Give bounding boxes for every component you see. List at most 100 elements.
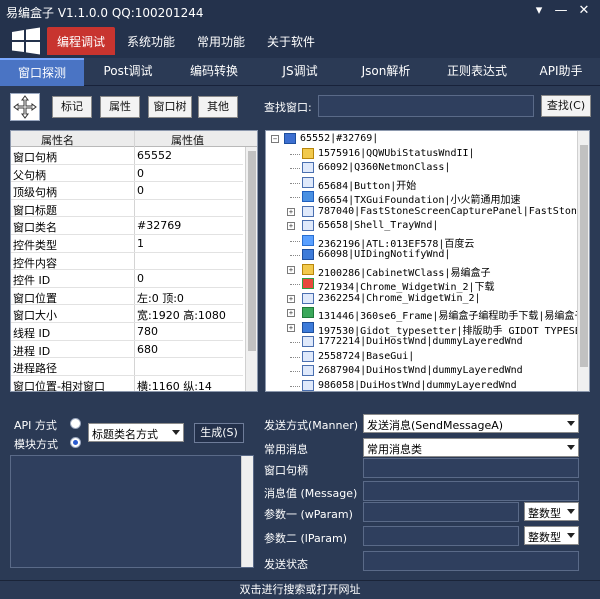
menu-system-functions[interactable]: 系统功能 (127, 33, 175, 50)
property-row[interactable]: 父句柄 0 (11, 165, 243, 183)
expand-icon[interactable]: + (287, 309, 295, 317)
message-value-input[interactable] (363, 481, 579, 501)
tab-regex[interactable]: 正则表达式 (434, 58, 520, 86)
window-tree-scrollbar[interactable] (577, 131, 589, 391)
property-button[interactable]: 属性 (100, 96, 140, 118)
minimize-icon[interactable]: — (551, 2, 571, 20)
api-mode-radio[interactable] (70, 418, 81, 429)
status-bar: 双击进行搜索或打开网址 (0, 580, 600, 599)
window-tree-button[interactable]: 窗口树 (148, 96, 192, 118)
property-key: 进程路径 (13, 362, 57, 376)
close-icon[interactable]: ✕ (574, 2, 594, 20)
chevron-down-icon[interactable]: ▾ (529, 2, 549, 20)
tree-connector (290, 284, 300, 285)
generated-code-textarea[interactable] (10, 455, 254, 568)
tab-js-debug[interactable]: JS调试 (262, 58, 338, 86)
property-row[interactable]: 窗口类名 #32769 (11, 217, 243, 235)
property-row[interactable]: 窗口位置-相对窗口 横:1160 纵:14 (11, 376, 243, 391)
tree-node[interactable]: +65658|Shell_TrayWnd| (266, 219, 576, 234)
lparam-input[interactable] (363, 526, 519, 546)
tree-node[interactable]: 2362196|ATL:013EF578|百度云 (266, 234, 576, 250)
property-grid-scrollbar[interactable] (245, 147, 257, 391)
cloud-icon (302, 234, 314, 246)
expand-icon[interactable]: + (287, 265, 295, 274)
property-value: 1 (137, 237, 144, 250)
send-status-output (363, 551, 579, 571)
property-key: 窗口标题 (13, 203, 57, 217)
tree-node[interactable]: 721934|Chrome_WidgetWin_2|下载 (266, 277, 576, 293)
tree-node[interactable]: 2558724|BaseGui| (266, 350, 576, 365)
property-key: 窗口位置 (13, 291, 57, 305)
property-row[interactable]: 线程 ID 780 (11, 323, 243, 341)
send-mode-value: 发送消息(SendMessageA) (367, 419, 504, 432)
drag-target-button[interactable] (10, 93, 40, 121)
tree-node[interactable]: 1575916|QQWUbiStatusWndII| (266, 147, 576, 162)
move-crosshair-icon (13, 95, 37, 119)
search-window-input[interactable] (318, 95, 534, 117)
tree-node[interactable]: +197530|Gidot_typesetter|排版助手 GIDOT TYPE… (266, 321, 589, 337)
collapse-icon[interactable]: − (271, 135, 279, 143)
module-mode-radio[interactable] (70, 437, 81, 448)
property-value: 680 (137, 342, 158, 356)
code-scrollbar[interactable] (241, 456, 253, 567)
expand-icon[interactable]: + (287, 207, 295, 216)
tree-connector (290, 168, 300, 169)
tree-node[interactable]: 66098|UIDingNotifyWnd| (266, 248, 576, 263)
property-row[interactable]: 顶级句柄 0 (11, 182, 243, 200)
wparam-type-select[interactable]: 整数型 (524, 502, 579, 521)
tree-node[interactable]: +787040|FastStoneScreenCapturePanel|Fast… (266, 205, 589, 220)
tab-encoding-convert[interactable]: 编码转换 (176, 58, 252, 86)
tree-node-label: 2362254|Chrome_WidgetWin_2| (318, 292, 481, 304)
folder-icon (302, 263, 314, 275)
tree-node[interactable]: 65684|Button|开始 (266, 176, 576, 192)
wparam-input[interactable] (363, 502, 519, 522)
tree-node[interactable]: +2100286|CabinetWClass|易编盒子 (266, 263, 576, 279)
tab-json-parse[interactable]: Json解析 (348, 58, 424, 86)
tree-node[interactable]: 986058|DuiHostWnd|dummyLayeredWnd (266, 379, 576, 392)
tree-node[interactable]: 66654|TXGuiFoundation|小火箭通用加速 (266, 190, 576, 206)
property-row[interactable]: 窗口标题 (11, 200, 243, 218)
tree-node[interactable]: +2362254|Chrome_WidgetWin_2| (266, 292, 576, 307)
chevron-down-icon (567, 533, 575, 538)
tree-node[interactable]: 2687904|DuiHostWnd|dummyLayeredWnd (266, 364, 576, 379)
common-message-select[interactable]: 常用消息类 (363, 438, 579, 457)
expand-icon[interactable]: + (287, 294, 295, 303)
wparam-label: 参数一 (wParam) (264, 508, 353, 521)
expand-icon[interactable]: + (287, 222, 295, 230)
menu-about[interactable]: 关于软件 (267, 33, 315, 50)
window-handle-input[interactable] (363, 458, 579, 478)
send-mode-label: 发送方式(Manner) (264, 419, 359, 432)
send-mode-select[interactable]: 发送消息(SendMessageA) (363, 414, 579, 433)
tree-node-label: 2687904|DuiHostWnd|dummyLayeredWnd (318, 365, 523, 376)
other-button[interactable]: 其他 (198, 96, 238, 118)
find-button[interactable]: 查找(C) (541, 95, 591, 117)
tree-node-label: 1772214|DuiHostWnd|dummyLayeredWnd (318, 336, 523, 347)
lparam-type-select[interactable]: 整数型 (524, 526, 579, 545)
tree-node[interactable]: 1772214|DuiHostWnd|dummyLayeredWnd (266, 335, 576, 350)
generate-button[interactable]: 生成(S) (194, 423, 244, 443)
tree-node[interactable]: 66092|Q360NetmonClass| (266, 161, 576, 176)
property-key: 窗口类名 (13, 221, 57, 235)
property-row[interactable]: 控件类型 1 (11, 235, 243, 253)
tab-api-helper[interactable]: API助手 (526, 58, 596, 86)
menu-common-functions[interactable]: 常用功能 (197, 33, 245, 50)
property-row[interactable]: 进程 ID 680 (11, 341, 243, 359)
tab-post-debug[interactable]: Post调试 (90, 58, 166, 86)
property-value: 780 (137, 325, 158, 338)
tree-node-label: 986058|DuiHostWnd|dummyLayeredWnd (318, 379, 517, 391)
menu-programming-debug[interactable]: 编程调试 (47, 27, 116, 55)
window-icon (302, 292, 314, 304)
expand-icon[interactable]: + (287, 323, 295, 332)
tree-node[interactable]: +131446|360se6_Frame|易编盒子编程助手下载|易编盒子 (266, 306, 584, 322)
property-row[interactable]: 进程路径 (11, 358, 243, 376)
property-row[interactable]: 窗口句柄 65552 (11, 147, 243, 165)
property-row[interactable]: 窗口位置 左:0 顶:0 (11, 288, 243, 306)
property-value: #32769 (137, 219, 182, 233)
property-row[interactable]: 控件内容 (11, 253, 243, 271)
tree-root-node[interactable]: − 65552|#32769| (266, 132, 576, 147)
tab-window-probe[interactable]: 窗口探测 (0, 58, 84, 86)
mark-button[interactable]: 标记 (52, 96, 92, 118)
style-select[interactable]: 标题类名方式 (88, 423, 184, 442)
property-row[interactable]: 控件 ID 0 (11, 270, 243, 288)
property-row[interactable]: 窗口大小 宽:1920 高:1080 (11, 305, 243, 323)
